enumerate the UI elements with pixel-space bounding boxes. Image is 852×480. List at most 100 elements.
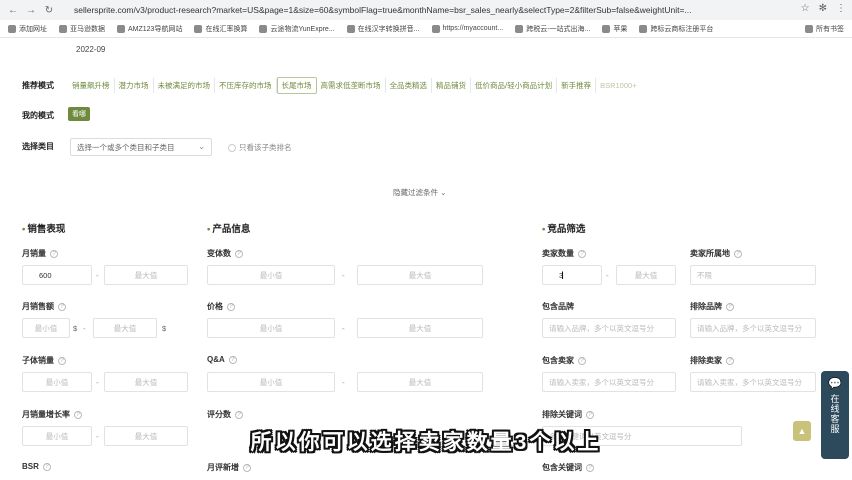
exclude-seller-label: 排除卖家? (690, 355, 734, 366)
section-competition: 竞品筛选 (542, 221, 585, 235)
recommend-tag[interactable]: 不压库存的市场 (215, 78, 277, 93)
help-icon[interactable]: ? (578, 249, 586, 258)
bsr-label: BSR? (22, 462, 51, 471)
recommend-tag[interactable]: 销量飙升榜 (68, 78, 115, 93)
collapse-filters-toggle[interactable]: 隐藏过滤条件 ⌄ (393, 187, 446, 198)
range-dash: - (96, 271, 99, 280)
include-seller-input[interactable]: 请输入卖家，多个以英文逗号分 (542, 372, 676, 392)
help-icon[interactable]: ? (734, 249, 742, 258)
recommend-tag[interactable]: 未被满足的市场 (154, 78, 215, 93)
help-icon[interactable]: ? (42, 462, 51, 471)
recommend-tag[interactable]: 精品铺货 (432, 78, 471, 93)
category-select[interactable]: 选择一个或多个类目和子类目 ⌄ (70, 138, 212, 156)
exclude-brand-label: 排除品牌? (690, 301, 734, 312)
bookmark-icon (59, 24, 67, 33)
section-sales: 销售表现 (22, 221, 65, 235)
exclude-seller-input[interactable]: 请输入卖家，多个以英文逗号分 (690, 372, 816, 392)
text-cursor-icon: I (561, 270, 565, 282)
all-bookmarks[interactable]: 所有书签 (805, 24, 844, 34)
include-keywords-label: 包含关键词? (542, 462, 594, 473)
range-dash: - (342, 324, 345, 333)
monthly-sales-max-input[interactable]: 最大值 (104, 265, 188, 285)
sub-sales-min-input[interactable]: 最小值 (22, 372, 92, 392)
bookmark-item[interactable]: https://myaccount... (431, 24, 503, 33)
bookmark-item[interactable]: 跨标云商标注册平台 (639, 24, 713, 34)
include-brand-input[interactable]: 请输入品牌，多个以英文逗号分 (542, 318, 676, 338)
help-icon[interactable]: ? (58, 302, 66, 311)
section-product: 产品信息 (207, 221, 250, 235)
folder-icon (805, 25, 813, 33)
seller-count-min-input[interactable]: 3 (542, 265, 602, 285)
bookmark-item[interactable]: AMZ123导航网站 (117, 24, 182, 34)
star-icon[interactable]: ☆ (801, 3, 810, 14)
bookmark-icon (515, 24, 524, 33)
address-bar[interactable]: sellersprite.com/v3/product-research?mar… (74, 5, 692, 15)
video-subtitle: 所以你可以选择卖家数量3个以上 (250, 431, 602, 454)
sub-sales-max-input[interactable]: 最大值 (104, 372, 188, 392)
bookmark-item[interactable]: 亚马逊数据 (59, 24, 105, 34)
monthly-sales-min-input[interactable]: 600 (22, 265, 92, 285)
exclude-brand-input[interactable]: 请输入品牌，多个以英文逗号分 (690, 318, 816, 338)
bookmark-item[interactable]: 在线汇率换算 (194, 24, 247, 34)
seller-location-select[interactable]: 不限 (690, 265, 816, 285)
bookmark-item[interactable]: 在线汉字转换拼音... (346, 24, 420, 34)
bookmark-icon (346, 24, 355, 33)
seller-count-label: 卖家数量? (542, 248, 586, 259)
monthly-revenue-max-input[interactable]: 最大值 (93, 318, 157, 338)
bookmark-item[interactable]: 添加网址 (8, 24, 47, 34)
help-icon[interactable]: ? (228, 355, 237, 364)
bookmark-icon (639, 24, 648, 33)
price-min-input[interactable]: 最小值 (207, 318, 335, 338)
bookmark-item[interactable]: 跨税云-一站式出海... (515, 24, 590, 34)
help-icon[interactable]: ? (726, 302, 734, 311)
range-dash: - (342, 271, 345, 280)
price-label: 价格? (207, 301, 235, 312)
variants-max-input[interactable]: 最大值 (357, 265, 483, 285)
chat-icon: 💬 (828, 378, 842, 390)
range-dash: - (96, 378, 99, 387)
reload-icon[interactable]: ↻ (42, 3, 56, 17)
help-icon[interactable]: ? (586, 410, 594, 419)
bookmark-item[interactable]: 苹果 (602, 24, 627, 34)
qa-min-input[interactable]: 最小值 (207, 372, 335, 392)
qa-max-input[interactable]: 最大值 (357, 372, 483, 392)
range-dash: - (342, 378, 345, 387)
help-icon[interactable]: ? (235, 410, 243, 419)
help-icon[interactable]: ? (227, 302, 235, 311)
help-icon[interactable]: ? (586, 463, 594, 472)
help-icon[interactable]: ? (726, 356, 734, 365)
seller-count-max-input[interactable]: 最大值 (616, 265, 676, 285)
checkbox-icon (228, 143, 236, 152)
sales-growth-label: 月销量增长率? (22, 409, 82, 420)
category-label: 选择类目 (22, 142, 54, 151)
help-icon[interactable]: ? (74, 410, 82, 419)
back-icon[interactable]: ← (6, 3, 20, 17)
help-icon[interactable]: ? (578, 356, 586, 365)
recommend-tag[interactable]: 低价商品/轻小商品计划 (471, 78, 558, 93)
extension-icon[interactable]: ✻ (819, 3, 827, 14)
recommend-tag[interactable]: 全品类精选 (386, 78, 432, 93)
my-mode-chip[interactable]: 看哪 (68, 107, 90, 121)
forward-icon[interactable]: → (24, 3, 38, 17)
help-icon[interactable]: ? (50, 249, 58, 258)
bookmarks-bar: 添加网址 亚马逊数据 AMZ123导航网站 在线汇率换算 云途物流YunExpr… (0, 20, 852, 38)
category-placeholder: 选择一个或多个类目和子类目 (77, 142, 175, 152)
recommend-tag-selected[interactable]: 长尾市场 (276, 77, 317, 94)
variants-min-input[interactable]: 最小值 (207, 265, 335, 285)
price-max-input[interactable]: 最大值 (357, 318, 483, 338)
help-icon[interactable]: ? (235, 249, 243, 258)
monthly-revenue-min-input[interactable]: 最小值 (22, 318, 70, 338)
help-icon[interactable]: ? (58, 356, 66, 365)
dollar-symbol: $ (73, 324, 78, 333)
recommend-tag[interactable]: 高需求低垄断市场 (317, 78, 386, 93)
bookmark-icon (431, 24, 440, 33)
sub-sales-label: 子体销量? (22, 355, 66, 366)
help-icon[interactable]: ? (243, 463, 251, 472)
bookmark-item[interactable]: 云途物流YunExpre... (259, 24, 335, 34)
recommend-tag[interactable]: 新手推荐 (557, 78, 597, 93)
recommend-tag[interactable]: BSR1000+ (596, 79, 641, 92)
recommend-tag[interactable]: 潜力市场 (115, 78, 154, 93)
date-chip[interactable]: 2022-09 (72, 45, 109, 54)
only-subcat-checkbox[interactable]: 只看该子类排名 (228, 142, 292, 153)
menu-icon[interactable]: ⋮ (836, 3, 846, 14)
